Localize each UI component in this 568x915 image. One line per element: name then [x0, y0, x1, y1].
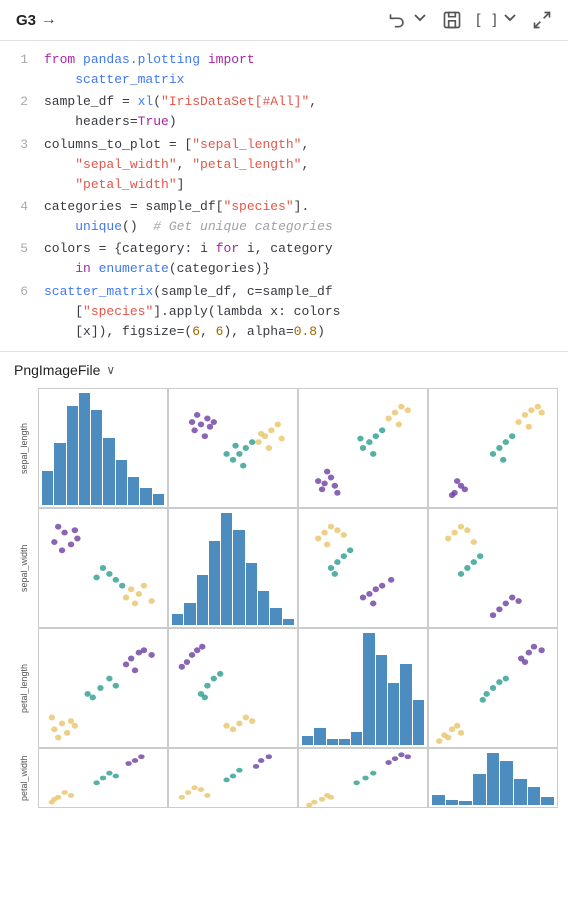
- notebook-header: G3 → [ ]: [0, 0, 568, 41]
- line-number-4: 4: [0, 197, 44, 217]
- cell-1-0: [38, 508, 168, 628]
- cell-3-2: [298, 748, 428, 808]
- line-number-5: 5: [0, 239, 44, 259]
- code-line-6: 6 scatter_matrix(sample_df, c=sample_df …: [0, 281, 568, 343]
- notebook-title: G3: [16, 12, 36, 29]
- header-left: G3 →: [16, 11, 54, 29]
- expand-button[interactable]: [532, 10, 552, 30]
- code-line-3: 3 columns_to_plot = ["sepal_length", "se…: [0, 134, 568, 196]
- code-text-5: colors = {category: i for i, category in…: [44, 239, 568, 279]
- cell-type-button[interactable]: [ ]: [474, 10, 520, 30]
- line-number-1: 1: [0, 50, 44, 70]
- output-section-header[interactable]: PngImageFile ∨: [0, 352, 568, 388]
- cell-0-1: [168, 388, 298, 508]
- cell-1-3: [428, 508, 558, 628]
- cell-2-2: [298, 628, 428, 748]
- code-text-6: scatter_matrix(sample_df, c=sample_df ["…: [44, 282, 568, 342]
- code-line-1: 1 from pandas.plotting import scatter_ma…: [0, 49, 568, 91]
- line-number-3: 3: [0, 135, 44, 155]
- cell-2-1: [168, 628, 298, 748]
- cell-0-2: [298, 388, 428, 508]
- line-number-6: 6: [0, 282, 44, 302]
- code-text-1: from pandas.plotting import scatter_matr…: [44, 50, 568, 90]
- y-label-petal-width: petal_width: [10, 748, 38, 808]
- cell-2-0: [38, 628, 168, 748]
- undo-button[interactable]: [388, 10, 430, 30]
- cell-0-3: [428, 388, 558, 508]
- output-label: PngImageFile: [14, 362, 100, 378]
- cell-3-1: [168, 748, 298, 808]
- y-label-petal-length: petal_length: [10, 628, 38, 748]
- code-cell: 1 from pandas.plotting import scatter_ma…: [0, 41, 568, 352]
- output-collapse-chevron[interactable]: ∨: [106, 363, 115, 377]
- cell-3-3: [428, 748, 558, 808]
- code-line-4: 4 categories = sample_df["species"]. uni…: [0, 196, 568, 238]
- y-label-sepal-length: sepal_length: [10, 388, 38, 508]
- line-number-2: 2: [0, 92, 44, 112]
- save-button[interactable]: [442, 10, 462, 30]
- cell-3-0: [38, 748, 168, 808]
- cell-1-1: [168, 508, 298, 628]
- code-line-5: 5 colors = {category: i for i, category …: [0, 238, 568, 280]
- navigate-arrow-icon[interactable]: →: [44, 11, 54, 29]
- cell-1-2: [298, 508, 428, 628]
- code-text-4: categories = sample_df["species"]. uniqu…: [44, 197, 568, 237]
- code-text-3: columns_to_plot = ["sepal_length", "sepa…: [44, 135, 568, 195]
- cell-0-0: [38, 388, 168, 508]
- header-actions: [ ]: [388, 10, 552, 30]
- code-line-2: 2 sample_df = xl("IrisDataSet[#All]", he…: [0, 91, 568, 133]
- cell-2-3: [428, 628, 558, 748]
- code-text-2: sample_df = xl("IrisDataSet[#All]", head…: [44, 92, 568, 132]
- y-label-sepal-width: sepal_width: [10, 508, 38, 628]
- scatter-matrix-plot: sepal_length sepal_width petal_length pe…: [0, 388, 568, 878]
